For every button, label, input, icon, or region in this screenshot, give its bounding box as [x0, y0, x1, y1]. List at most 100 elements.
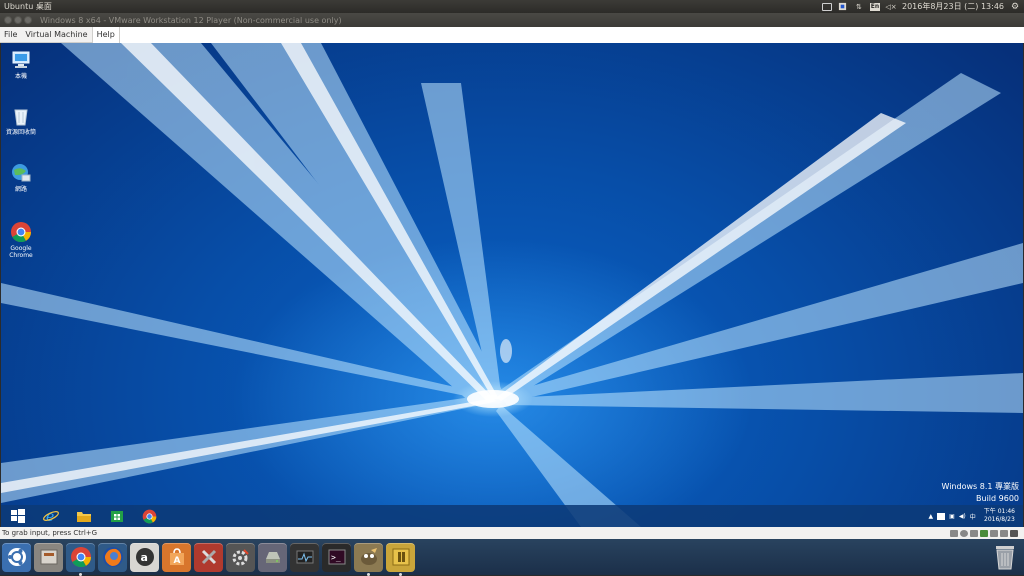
- launcher-vmware-player[interactable]: [386, 542, 415, 576]
- desktop-icon-label: Google Chrome: [9, 245, 33, 259]
- taskbar-internet-explorer[interactable]: e: [34, 505, 67, 527]
- ubuntu-top-panel: Ubuntu 桌面 ⇅ En ◁× 2016年8月23日 (二) 13:46 ⚙: [0, 0, 1024, 13]
- this-pc-icon: [12, 51, 30, 68]
- running-indicator: [79, 572, 82, 576]
- clock-time: 下午 01:46: [983, 508, 1015, 515]
- svg-text:A: A: [173, 556, 180, 566]
- cdrom-icon[interactable]: [960, 529, 968, 537]
- svg-text:e: e: [46, 509, 54, 524]
- indicator-area: ⇅ En ◁× 2016年8月23日 (二) 13:46 ⚙: [821, 1, 1024, 12]
- vmware-titlebar: Windows 8 x64 - VMware Workstation 12 Pl…: [0, 13, 1024, 27]
- keyboard-icon[interactable]: [821, 2, 832, 11]
- watermark-build: Build 9600: [976, 494, 1019, 503]
- usb-icon[interactable]: [980, 529, 988, 537]
- launcher-software-center[interactable]: A: [162, 542, 191, 572]
- chrome-icon: [70, 547, 91, 568]
- menu-virtual-machine[interactable]: Virtual Machine: [21, 27, 91, 43]
- close-button[interactable]: [4, 16, 12, 24]
- firefox-icon: [102, 547, 123, 567]
- wallpaper-rays: [1, 43, 1023, 527]
- desktop-icon-label: 本機: [14, 73, 27, 80]
- terminal-icon: >_: [328, 549, 345, 565]
- launcher-system-settings[interactable]: [226, 542, 255, 572]
- menu-help[interactable]: Help: [91, 26, 120, 43]
- system-tray: ▲ ▣ ◀) 中 下午 01:46 2016/8/23: [929, 508, 1023, 524]
- tray-network-icon[interactable]: ▣: [949, 513, 955, 520]
- window-title: Windows 8 x64 - VMware Workstation 12 Pl…: [40, 15, 342, 25]
- trash-icon: [996, 546, 1014, 570]
- tray-volume-icon[interactable]: ◀): [959, 513, 966, 520]
- launcher-gimp[interactable]: [354, 542, 383, 576]
- taskbar-file-explorer[interactable]: [67, 505, 100, 527]
- launcher-firefox[interactable]: [98, 542, 127, 572]
- input-method-icon[interactable]: En: [869, 2, 880, 11]
- grab-input-hint: To grab input, press Ctrl+G: [2, 529, 98, 537]
- guest-desktop[interactable]: 本機 資源回收筒 網路 Google Chrome Windows 8.1 專業…: [1, 43, 1023, 527]
- network-adapter-icon[interactable]: [970, 529, 978, 537]
- tray-expand-icon[interactable]: ▲: [929, 513, 934, 520]
- internet-explorer-icon: e: [42, 509, 59, 524]
- datetime-indicator[interactable]: 2016年8月23日 (二) 13:46: [902, 1, 1004, 12]
- desktop-icon-label: 網路: [14, 186, 27, 193]
- menubar-spacer: [119, 26, 1024, 43]
- panel-title: Ubuntu 桌面: [4, 2, 52, 11]
- hdd-icon[interactable]: [950, 529, 958, 537]
- hard-drive-icon: [265, 552, 280, 563]
- gimp-icon: [360, 548, 377, 565]
- ubuntu-launcher: a A >_: [0, 539, 1024, 576]
- dropbox-icon[interactable]: [838, 2, 848, 11]
- ubuntu-logo-icon: [7, 548, 26, 566]
- windows-watermark: Windows 8.1 專業版 Build 9600: [941, 481, 1019, 505]
- device-icons: [950, 529, 1024, 537]
- gear-icon[interactable]: ⚙: [1010, 2, 1020, 12]
- taskbar-chrome[interactable]: [133, 505, 166, 527]
- start-button[interactable]: [1, 505, 34, 527]
- desktop-icon-this-pc[interactable]: 本機: [1, 49, 41, 80]
- network-icon[interactable]: ⇅: [854, 2, 864, 11]
- windows-taskbar: e ▲ ▣ ◀) 中 下午 01:46 2016/8/23: [1, 505, 1023, 527]
- launcher-disk-utility[interactable]: [258, 542, 287, 572]
- launcher-trash[interactable]: [992, 542, 1018, 572]
- running-indicator: [367, 572, 370, 576]
- taskbar-clock[interactable]: 下午 01:46 2016/8/23: [984, 508, 1015, 524]
- launcher-system-monitor[interactable]: [290, 542, 319, 572]
- tray-flag-icon[interactable]: [937, 512, 946, 520]
- file-cabinet-icon: [40, 549, 57, 565]
- activity-monitor-icon: [296, 550, 313, 564]
- shopping-bag-icon: A: [169, 548, 184, 566]
- amazon-icon: a: [135, 548, 154, 566]
- vmware-menubar: File Virtual Machine Help: [0, 26, 1024, 43]
- windows-logo-icon: [10, 509, 25, 523]
- printer-icon[interactable]: [1000, 529, 1008, 537]
- clock-date: 2016/8/23: [984, 516, 1015, 523]
- launcher-chrome[interactable]: [66, 542, 95, 576]
- watermark-edition: Windows 8.1 專業版: [941, 482, 1019, 491]
- recycle-bin-icon: [14, 109, 28, 126]
- svg-text:>_: >_: [331, 553, 341, 562]
- desktop-icon-network[interactable]: 網路: [1, 162, 41, 193]
- running-indicator: [399, 572, 402, 576]
- minimize-button[interactable]: [14, 16, 22, 24]
- vmware-player-icon: [392, 548, 409, 566]
- network-icon: [12, 164, 31, 182]
- launcher-system-tools[interactable]: [194, 542, 223, 572]
- desktop-icon-chrome[interactable]: Google Chrome: [1, 221, 41, 259]
- chrome-shortcut-icon: [11, 222, 32, 243]
- launcher-dash[interactable]: [2, 542, 31, 572]
- launcher-terminal[interactable]: >_: [322, 542, 351, 572]
- sound-icon[interactable]: [990, 529, 998, 537]
- vmware-statusbar: To grab input, press Ctrl+G: [0, 527, 1024, 539]
- volume-icon[interactable]: ◁×: [885, 2, 896, 11]
- chrome-icon: [142, 509, 157, 523]
- launcher-files[interactable]: [34, 542, 63, 572]
- tray-ime[interactable]: 中: [970, 512, 976, 521]
- menu-file[interactable]: File: [0, 27, 21, 43]
- launcher-amazon[interactable]: a: [130, 542, 159, 572]
- desktop-icon-label: 資源回收筒: [5, 129, 36, 136]
- taskbar-store[interactable]: [100, 505, 133, 527]
- tools-icon: [201, 549, 216, 565]
- fullscreen-icon[interactable]: [1010, 529, 1018, 537]
- maximize-button[interactable]: [24, 16, 32, 24]
- desktop-icon-recycle-bin[interactable]: 資源回收筒: [1, 105, 41, 136]
- store-icon: [110, 511, 123, 522]
